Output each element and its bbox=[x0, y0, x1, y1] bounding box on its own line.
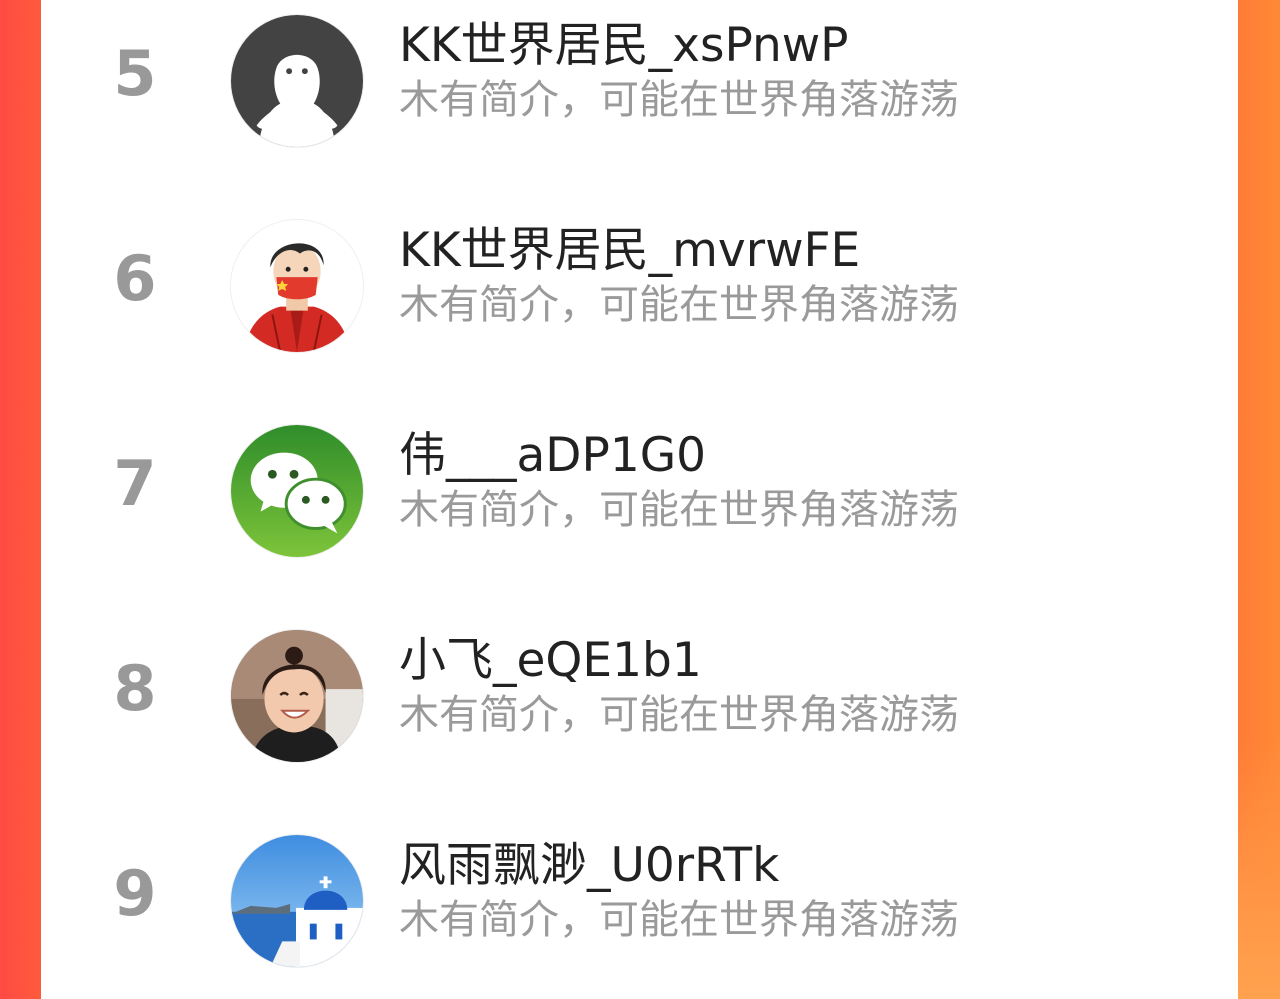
list-item[interactable]: 9 风雨飘渺_U0rRTk 木有简介，可能在世界角落游荡 bbox=[41, 820, 1238, 999]
user-bio: 木有简介，可能在世界角落游荡 bbox=[399, 897, 959, 943]
user-bio: 木有简介，可能在世界角落游荡 bbox=[399, 77, 959, 123]
santorini-photo-avatar-icon bbox=[231, 835, 363, 967]
ranking-list: 5 KK世界居民_xsPnwP 木有简介，可能在世界角落游荡 6 KK世界居民_… bbox=[41, 0, 1238, 999]
user-name[interactable]: 小飞_eQE1b1 bbox=[399, 629, 702, 693]
user-name[interactable]: 伟___aDP1G0 bbox=[399, 424, 706, 488]
rank-number: 8 bbox=[113, 652, 157, 725]
avatar[interactable] bbox=[230, 14, 364, 148]
user-bio: 木有简介，可能在世界角落游荡 bbox=[399, 487, 959, 533]
list-item[interactable]: 6 KK世界居民_mvrwFE 木有简介，可能在世界角落游荡 bbox=[41, 205, 1238, 385]
rank-number: 9 bbox=[113, 857, 157, 930]
wechat-logo-avatar-icon bbox=[231, 425, 363, 557]
user-bio: 木有简介，可能在世界角落游荡 bbox=[399, 282, 959, 328]
avatar[interactable] bbox=[230, 219, 364, 353]
user-bio: 木有简介，可能在世界角落游荡 bbox=[399, 692, 959, 738]
user-name[interactable]: 风雨飘渺_U0rRTk bbox=[399, 834, 779, 898]
rank-number: 7 bbox=[113, 447, 157, 520]
avatar[interactable] bbox=[230, 629, 364, 763]
list-item[interactable]: 8 小飞_eQE1b1 木有简介，可能在世界角落游荡 bbox=[41, 615, 1238, 795]
child-photo-avatar-icon bbox=[231, 630, 363, 762]
rank-number: 5 bbox=[113, 37, 157, 110]
list-item[interactable]: 5 KK世界居民_xsPnwP 木有简介，可能在世界角落游荡 bbox=[41, 0, 1238, 180]
avatar[interactable] bbox=[230, 834, 364, 968]
user-name[interactable]: KK世界居民_mvrwFE bbox=[399, 219, 860, 283]
user-name[interactable]: KK世界居民_xsPnwP bbox=[399, 14, 849, 78]
rank-number: 6 bbox=[113, 242, 157, 315]
list-item[interactable]: 7 伟___aDP1G0 木有简介，可能在世界角落游荡 bbox=[41, 410, 1238, 590]
masked-person-avatar-icon bbox=[231, 220, 363, 352]
background-glow bbox=[1238, 739, 1280, 999]
default-ghost-avatar-icon bbox=[231, 15, 363, 147]
avatar[interactable] bbox=[230, 424, 364, 558]
